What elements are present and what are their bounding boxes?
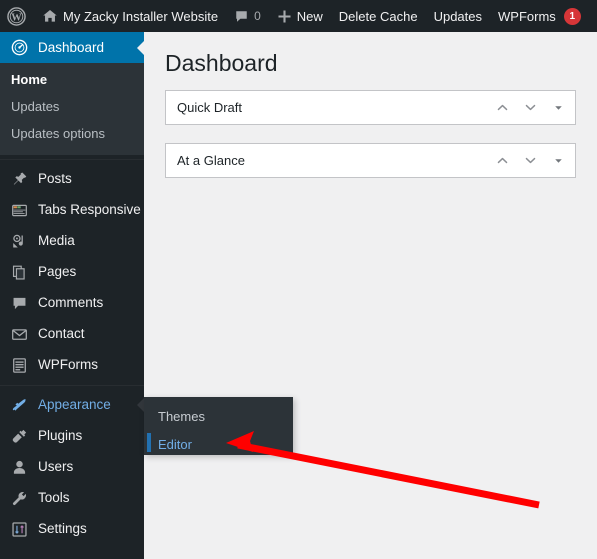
sidebar-item-wpforms[interactable]: WPForms	[0, 350, 144, 381]
new-content-label: New	[296, 8, 323, 24]
comment-icon	[234, 9, 249, 24]
sidebar-item-tools-label: Tools	[38, 490, 70, 506]
submenu-item-updates[interactable]: Updates	[0, 94, 144, 121]
active-menu-arrow-icon	[137, 39, 145, 56]
envelope-icon	[9, 324, 29, 344]
menu-separator	[0, 384, 144, 386]
admin-sidebar-menu: Dashboard Home Updates Updates options P…	[0, 32, 145, 559]
main-content-area: Dashboard Quick Draft At a Glance	[144, 32, 597, 559]
comments-count: 0	[254, 9, 261, 23]
panel-at-a-glance-title: At a Glance	[177, 152, 245, 168]
wpforms-button[interactable]: WPForms 1	[490, 0, 589, 32]
sidebar-item-settings-label: Settings	[38, 521, 87, 537]
sidebar-item-wpforms-label: WPForms	[38, 357, 98, 373]
wordpress-logo-button[interactable]: W	[0, 0, 34, 32]
comment-icon	[9, 293, 29, 313]
caret-down-icon[interactable]	[547, 96, 569, 118]
plus-icon	[277, 9, 292, 24]
settings-icon	[9, 519, 29, 539]
sidebar-item-media[interactable]: Media	[0, 226, 144, 257]
sidebar-item-posts-label: Posts	[38, 171, 72, 187]
site-name-button[interactable]: My Zacky Installer Website	[34, 0, 226, 32]
media-icon	[9, 231, 29, 251]
flyout-item-editor[interactable]: Editor	[144, 431, 293, 459]
flyout-item-themes[interactable]: Themes	[144, 403, 293, 431]
delete-cache-label: Delete Cache	[338, 8, 418, 24]
home-icon	[42, 8, 58, 24]
sidebar-item-settings[interactable]: Settings	[0, 514, 144, 545]
form-icon	[9, 355, 29, 375]
user-icon	[9, 457, 29, 477]
sidebar-item-plugins[interactable]: Plugins	[0, 421, 144, 452]
updates-label: Updates	[433, 8, 482, 24]
sidebar-item-appearance[interactable]: Appearance	[0, 390, 145, 421]
sidebar-item-posts[interactable]: Posts	[0, 164, 144, 195]
submenu-item-updates-options[interactable]: Updates options	[0, 121, 144, 148]
sidebar-item-comments[interactable]: Comments	[0, 288, 144, 319]
sidebar-item-tools[interactable]: Tools	[0, 483, 144, 514]
wordpress-icon: W	[7, 6, 26, 26]
page-title: Dashboard	[165, 50, 278, 76]
plug-icon	[9, 426, 29, 446]
chevron-up-icon[interactable]	[491, 149, 513, 171]
panel-at-a-glance[interactable]: At a Glance	[165, 142, 576, 178]
sidebar-item-users-label: Users	[38, 459, 74, 475]
panel-quick-draft-title: Quick Draft	[177, 99, 243, 115]
pin-icon	[9, 169, 29, 189]
chevron-down-icon[interactable]	[519, 96, 541, 118]
wrench-icon	[9, 488, 29, 508]
updates-button[interactable]: Updates	[426, 0, 490, 32]
dashboard-icon	[9, 38, 29, 58]
sidebar-item-plugins-label: Plugins	[38, 428, 83, 444]
delete-cache-button[interactable]: Delete Cache	[331, 0, 426, 32]
sidebar-item-media-label: Media	[38, 233, 75, 249]
chevron-down-icon[interactable]	[519, 149, 541, 171]
comments-button[interactable]: 0	[226, 0, 269, 32]
sidebar-item-users[interactable]: Users	[0, 452, 144, 483]
panel-quick-draft[interactable]: Quick Draft	[165, 89, 576, 125]
appearance-flyout-submenu: Themes Editor	[144, 397, 293, 455]
caret-down-icon[interactable]	[547, 149, 569, 171]
sidebar-item-contact-label: Contact	[38, 326, 85, 342]
sidebar-item-dashboard-label: Dashboard	[38, 39, 105, 55]
wordpress-admin-screen: W My Zacky Installer Website 0 New Delet…	[0, 0, 597, 559]
sidebar-item-comments-label: Comments	[38, 295, 104, 311]
sidebar-item-contact[interactable]: Contact	[0, 319, 144, 350]
wpforms-badge: 1	[563, 7, 581, 25]
menu-separator	[0, 158, 144, 160]
wpforms-label: WPForms	[498, 8, 556, 24]
new-content-button[interactable]: New	[269, 0, 331, 32]
panel-at-a-glance-controls	[491, 149, 569, 171]
sidebar-item-pages-label: Pages	[38, 264, 77, 280]
window-icon	[9, 200, 29, 220]
panel-quick-draft-controls	[491, 96, 569, 118]
submenu-item-home[interactable]: Home	[0, 67, 144, 94]
svg-text:W: W	[11, 12, 22, 23]
sidebar-item-appearance-label: Appearance	[38, 397, 111, 413]
chevron-up-icon[interactable]	[491, 96, 513, 118]
sidebar-item-tabs-responsive-label: Tabs Responsive	[38, 202, 141, 218]
brush-icon	[9, 395, 29, 415]
pages-icon	[9, 262, 29, 282]
sidebar-item-dashboard[interactable]: Dashboard	[0, 32, 145, 63]
admin-bar: W My Zacky Installer Website 0 New Delet…	[0, 0, 597, 32]
site-name-label: My Zacky Installer Website	[63, 8, 219, 24]
dashboard-submenu: Home Updates Updates options	[0, 63, 144, 155]
sidebar-item-tabs-responsive[interactable]: Tabs Responsive	[0, 195, 144, 226]
sidebar-item-pages[interactable]: Pages	[0, 257, 144, 288]
